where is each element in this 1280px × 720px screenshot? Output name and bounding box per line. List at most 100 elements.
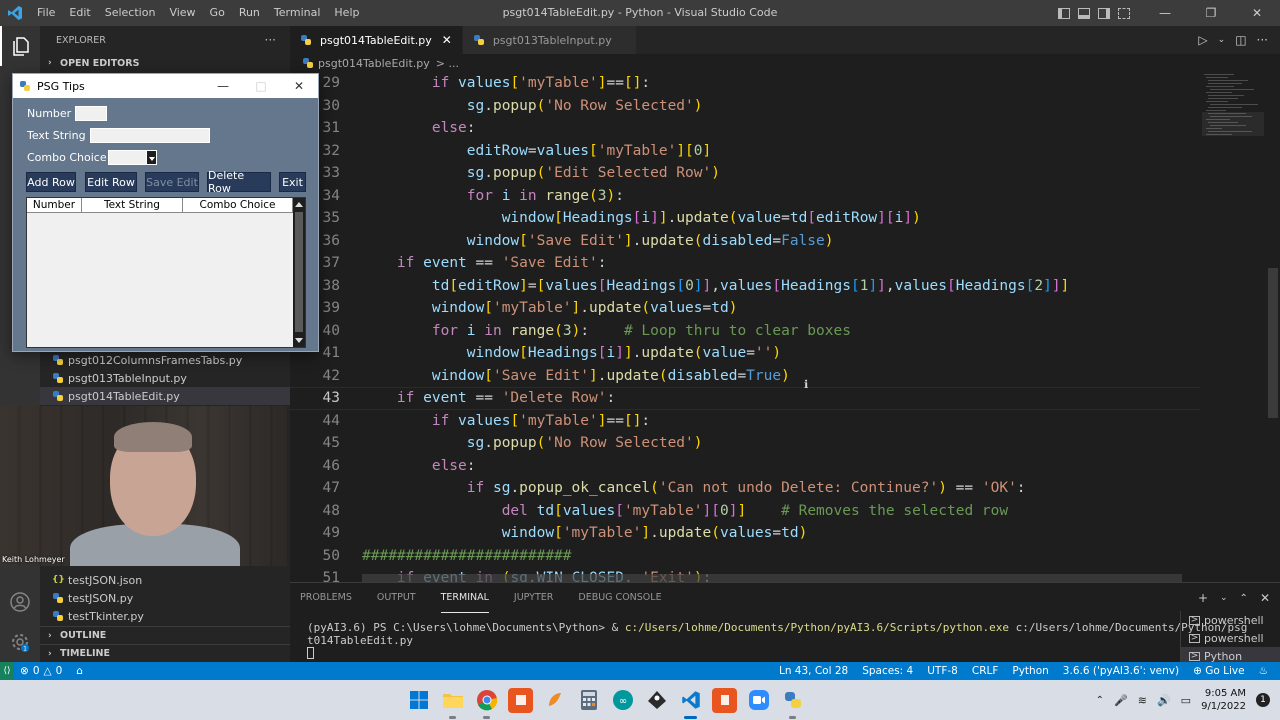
file-item[interactable]: testJSON.py (40, 589, 290, 607)
maximize-panel-icon[interactable]: ⌃ (1240, 593, 1248, 604)
line-number[interactable]: 44 (290, 413, 340, 429)
menu-file[interactable]: File (30, 0, 62, 26)
minimap[interactable] (1202, 72, 1264, 152)
remote-icon[interactable]: ⟨⟩ (0, 662, 14, 680)
line-number[interactable]: 47 (290, 480, 340, 496)
text-string-input[interactable] (90, 128, 210, 143)
app-icon-red[interactable] (712, 687, 737, 713)
code-line[interactable]: 35 window[Headings[i]].update(value=td[e… (290, 207, 1200, 230)
code-line[interactable]: 38 td[editRow]=[values[Headings[0]],valu… (290, 275, 1200, 298)
tab-jupyter[interactable]: JUPYTER (514, 583, 553, 613)
code-line[interactable]: 45 sg.popup('No Row Selected') (290, 432, 1200, 455)
python-taskbar-icon[interactable] (780, 688, 805, 719)
editor-vertical-scrollbar[interactable] (1268, 268, 1278, 418)
microphone-icon[interactable]: 🎤 (1114, 694, 1128, 707)
editor-horizontal-scrollbar[interactable] (362, 574, 1182, 582)
tab-debug-console[interactable]: DEBUG CONSOLE (578, 583, 661, 613)
more-actions-icon[interactable]: ··· (1257, 33, 1268, 47)
file-item[interactable]: psgt012ColumnsFramesTabs.py (40, 351, 290, 369)
line-number[interactable]: 49 (290, 525, 340, 541)
line-number[interactable]: 42 (290, 368, 340, 384)
code-line[interactable]: 41 window[Headings[i]].update(value='') (290, 342, 1200, 365)
terminal-output[interactable]: (pyAI3.6) PS C:\Users\lohme\Documents\Py… (307, 621, 1247, 662)
code-line[interactable]: 48 del td[values['myTable'][0]] # Remove… (290, 500, 1200, 523)
my-table[interactable]: Number Text String Combo Choice (26, 197, 306, 348)
code-line[interactable]: 30 sg.popup('No Row Selected') (290, 95, 1200, 118)
calculator-icon[interactable] (576, 688, 601, 713)
code-line[interactable]: 31 else: (290, 117, 1200, 140)
line-number[interactable]: 50 (290, 548, 340, 564)
battery-icon[interactable]: ▭ (1181, 694, 1191, 707)
tab-psgt013[interactable]: psgt013TableInput.py (462, 26, 637, 54)
psg-minimize-icon[interactable]: — (204, 74, 242, 98)
code-line[interactable]: 47 if sg.popup_ok_cancel('Can not undo D… (290, 477, 1200, 500)
go-live-button[interactable]: ⊕ Go Live (1193, 665, 1244, 677)
file-item-selected[interactable]: psgt014TableEdit.py (40, 387, 290, 405)
menu-edit[interactable]: Edit (62, 0, 97, 26)
line-number[interactable]: 48 (290, 503, 340, 519)
table-header-number[interactable]: Number (27, 198, 82, 213)
toggle-sidebar-icon[interactable] (1054, 0, 1074, 26)
tab-problems[interactable]: PROBLEMS (300, 583, 352, 613)
arduino-icon[interactable]: ∞ (610, 688, 635, 713)
menu-view[interactable]: View (162, 0, 202, 26)
inkscape-icon[interactable] (644, 688, 669, 713)
open-editors-section[interactable]: › OPEN EDITORS (40, 54, 290, 72)
encoding[interactable]: UTF-8 (927, 665, 958, 677)
line-number[interactable]: 45 (290, 435, 340, 451)
save-edit-button[interactable]: Save Edit (145, 172, 199, 192)
toggle-secondary-sidebar-icon[interactable] (1094, 0, 1114, 26)
tab-close-icon[interactable]: ✕ (442, 33, 452, 47)
terminal-dropdown-icon[interactable]: ⌄ (1220, 593, 1228, 603)
zoom-icon[interactable] (746, 688, 771, 713)
app-icon-orange[interactable] (542, 688, 567, 713)
file-explorer-icon[interactable] (440, 688, 465, 719)
code-line[interactable]: 42 window['Save Edit'].update(disabled=T… (290, 365, 1200, 388)
exit-button[interactable]: Exit (279, 172, 306, 192)
file-item[interactable]: {} testJSON.json (40, 571, 290, 589)
table-header-text-string[interactable]: Text String (82, 198, 183, 213)
code-line[interactable]: 44 if values['myTable']==[]: (290, 410, 1200, 433)
breadcrumb-file[interactable]: psgt014TableEdit.py (318, 57, 430, 70)
outline-section[interactable]: › OUTLINE (40, 626, 290, 644)
breadcrumb-rest[interactable]: > ... (436, 57, 459, 70)
table-header-combo-choice[interactable]: Combo Choice (183, 198, 293, 213)
cursor-position[interactable]: Ln 43, Col 28 (779, 665, 848, 677)
line-number[interactable]: 43 (290, 390, 340, 406)
line-number[interactable]: 51 (290, 570, 340, 582)
code-line[interactable]: 32 editRow=values['myTable'][0] (290, 140, 1200, 163)
notifications-bell-icon[interactable]: ♨ (1259, 665, 1268, 677)
tray-expand-icon[interactable]: ⌃ (1096, 695, 1104, 706)
terminal-item-powershell[interactable]: > powershell (1181, 611, 1280, 629)
windows-start-icon[interactable] (406, 688, 431, 713)
volume-icon[interactable]: 🔊 (1157, 694, 1171, 707)
customize-layout-icon[interactable] (1114, 0, 1134, 26)
code-line[interactable]: 49 window['myTable'].update(values=td) (290, 522, 1200, 545)
tab-output[interactable]: OUTPUT (377, 583, 416, 613)
explorer-icon[interactable] (0, 26, 40, 66)
explorer-more-icon[interactable]: ··· (265, 33, 276, 47)
problems-status[interactable]: ⊗ 0 △ 0 ⌂ (14, 665, 83, 677)
file-item[interactable]: testTkinter.py (40, 607, 290, 625)
powerpoint-like-app-icon[interactable] (508, 687, 533, 713)
wifi-icon[interactable]: ≋ (1138, 694, 1147, 707)
toggle-panel-icon[interactable] (1074, 0, 1094, 26)
delete-row-button[interactable]: Delete Row (207, 169, 271, 195)
broadcast-icon[interactable]: ⌂ (76, 665, 83, 677)
manage-gear-icon[interactable]: 1 (0, 622, 40, 662)
code-line[interactable]: 50 ######################## (290, 545, 1200, 568)
accounts-icon[interactable] (0, 582, 40, 622)
code-line[interactable]: 29 if values['myTable']==[]: (290, 72, 1200, 95)
notification-center-icon[interactable]: 1 (1256, 693, 1270, 707)
code-editor[interactable]: 29 if values['myTable']==[]: 30 sg.popup(… (290, 72, 1280, 582)
number-input[interactable] (75, 106, 107, 121)
combo-choice-select[interactable] (108, 150, 157, 165)
timeline-section[interactable]: › TIMELINE (40, 644, 290, 662)
menu-terminal[interactable]: Terminal (267, 0, 328, 26)
tab-psgt014[interactable]: psgt014TableEdit.py ✕ (290, 26, 463, 54)
indentation[interactable]: Spaces: 4 (862, 665, 913, 677)
line-number[interactable]: 46 (290, 458, 340, 474)
code-line[interactable]: 43 if event == 'Delete Row': (290, 387, 1200, 410)
vscode-taskbar-icon[interactable] (678, 688, 703, 719)
code-line[interactable]: 36 window['Save Edit'].update(disabled=F… (290, 230, 1200, 253)
